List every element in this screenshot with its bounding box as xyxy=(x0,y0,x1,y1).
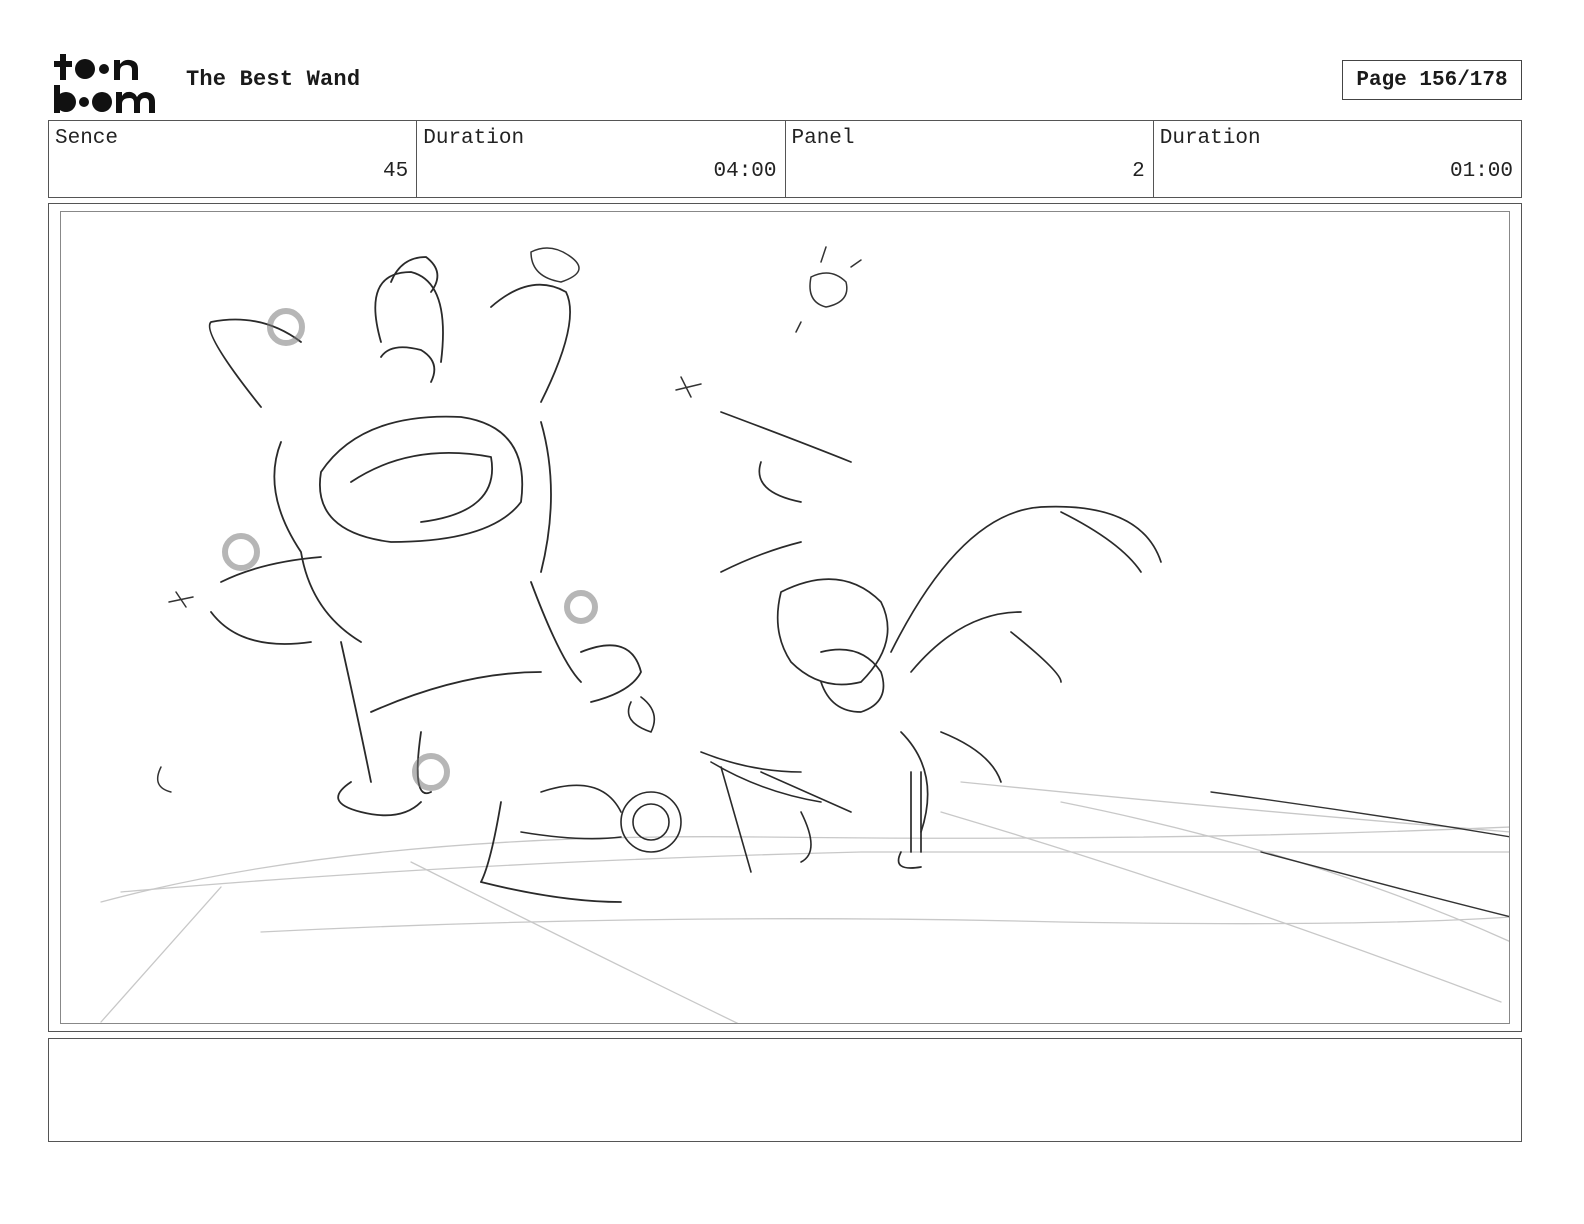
storyboard-sketch-icon xyxy=(100,246,1509,1023)
scene-info-row: Sence 45 Duration 04:00 Panel 2 Duration… xyxy=(48,120,1522,198)
document-title: The Best Wand xyxy=(186,67,361,92)
scene-duration-value: 04:00 xyxy=(713,160,777,183)
panel-duration-value: 01:00 xyxy=(1449,160,1513,183)
panel-duration-cell: Duration 01:00 xyxy=(1154,121,1521,197)
page-number: Page 156/178 xyxy=(1342,60,1522,100)
action-notes-box xyxy=(48,1038,1522,1142)
panel-value: 2 xyxy=(1132,160,1145,183)
panel-cell: Panel 2 xyxy=(786,121,1154,197)
panel-duration-label: Duration xyxy=(1159,127,1261,150)
scene-value: 45 xyxy=(383,160,409,183)
scene-duration-label: Duration xyxy=(423,127,525,150)
panel-image xyxy=(60,211,1510,1024)
scene-label: Sence xyxy=(55,127,119,150)
panel-frame xyxy=(48,203,1522,1032)
scene-cell: Sence 45 xyxy=(49,121,418,197)
toon-boom-logo xyxy=(52,52,164,114)
panel-label: Panel xyxy=(791,127,855,150)
scene-duration-cell: Duration 04:00 xyxy=(417,121,786,197)
